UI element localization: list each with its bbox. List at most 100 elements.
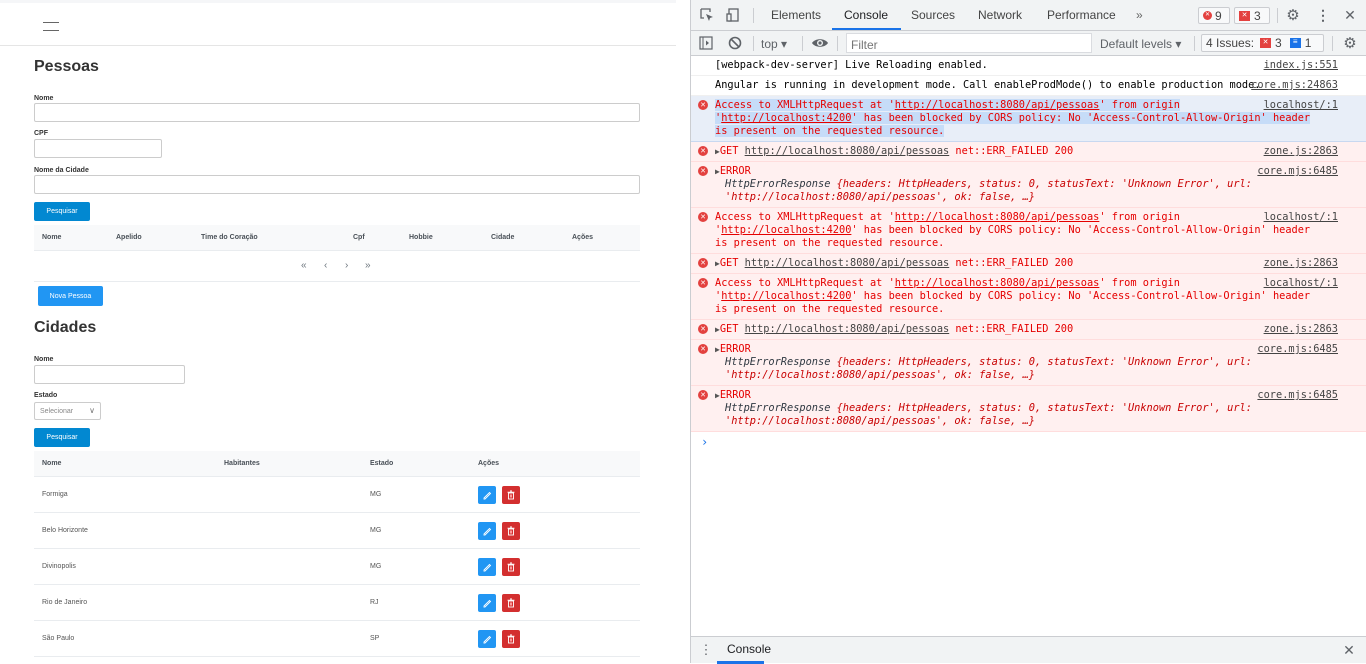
message-source-link[interactable]: core.mjs:6485 bbox=[1257, 389, 1338, 402]
message-source-link[interactable]: zone.js:2863 bbox=[1263, 257, 1338, 270]
edit-button[interactable] bbox=[478, 486, 496, 504]
col-estado[interactable]: Estado bbox=[370, 460, 393, 467]
log-levels-dropdown[interactable]: Default levels ▾ bbox=[1100, 36, 1181, 51]
delete-button[interactable] bbox=[502, 630, 520, 648]
first-page-button[interactable]: « bbox=[301, 260, 307, 271]
tab-performance[interactable]: Performance bbox=[1047, 8, 1116, 22]
col-apelido[interactable]: Apelido bbox=[116, 234, 142, 241]
more-tabs-button[interactable]: » bbox=[1136, 8, 1143, 22]
clear-console-icon[interactable] bbox=[728, 36, 742, 50]
pencil-icon bbox=[483, 491, 492, 500]
delete-button[interactable] bbox=[502, 594, 520, 612]
console-settings-icon[interactable]: ⚙ bbox=[1342, 34, 1358, 52]
pessoas-search-button[interactable]: Pesquisar bbox=[34, 202, 90, 221]
delete-button[interactable] bbox=[502, 558, 520, 576]
edit-button[interactable] bbox=[478, 630, 496, 648]
device-toolbar-icon[interactable] bbox=[726, 8, 740, 22]
last-page-button[interactable]: » bbox=[365, 260, 371, 271]
col-cidade[interactable]: Cidade bbox=[491, 234, 514, 241]
nome-input[interactable] bbox=[34, 103, 640, 122]
origin-link[interactable]: http://localhost:4200 bbox=[721, 290, 851, 302]
settings-gear-icon[interactable]: ⚙ bbox=[1285, 7, 1301, 24]
error-object-preview[interactable]: HttpErrorResponse {headers: HttpHeaders,… bbox=[725, 356, 1327, 382]
inspect-element-icon[interactable] bbox=[700, 8, 714, 22]
col-time[interactable]: Time do Coração bbox=[201, 234, 258, 241]
console-log-message: Angular is running in development mode. … bbox=[691, 76, 1366, 96]
message-source-link[interactable]: index.js:551 bbox=[1264, 59, 1338, 72]
error-object-message: ✕ ▶ERROR HttpErrorResponse {headers: HttpH… bbox=[691, 340, 1366, 386]
errors-badge[interactable]: ✕ 9 bbox=[1198, 7, 1230, 24]
message-source-link[interactable]: zone.js:2863 bbox=[1263, 323, 1338, 336]
issue-error-icon: ✕ bbox=[1260, 38, 1272, 48]
pessoas-title: Pessoas bbox=[34, 58, 99, 75]
delete-button[interactable] bbox=[502, 486, 520, 504]
cidade-nome-input[interactable] bbox=[34, 365, 185, 384]
cpf-input[interactable] bbox=[34, 139, 162, 158]
message-source-link[interactable]: core.mjs:24863 bbox=[1251, 79, 1338, 92]
request-url-link[interactable]: http://localhost:8080/api/pessoas bbox=[745, 323, 950, 335]
drawer-menu-icon[interactable]: ⋮ bbox=[700, 642, 713, 658]
col-hobbie[interactable]: Hobbie bbox=[409, 234, 433, 241]
console-messages: [webpack-dev-server] Live Reloading enab… bbox=[691, 56, 1366, 636]
message-source-link[interactable]: core.mjs:6485 bbox=[1257, 343, 1338, 356]
message-source-link[interactable]: localhost/:1 bbox=[1263, 99, 1338, 112]
col-habitantes[interactable]: Habitantes bbox=[224, 460, 260, 467]
divider bbox=[753, 8, 754, 23]
request-url-link[interactable]: http://localhost:8080/api/pessoas bbox=[745, 145, 950, 157]
edit-button[interactable] bbox=[478, 558, 496, 576]
request-url-link[interactable]: http://localhost:8080/api/pessoas bbox=[745, 257, 950, 269]
message-source-link[interactable]: localhost/:1 bbox=[1263, 277, 1338, 290]
message-text: Access to XMLHttpRequest at 'http://loca… bbox=[715, 99, 1311, 137]
menu-toggle-icon[interactable] bbox=[43, 19, 59, 31]
request-url-link[interactable]: http://localhost:8080/api/pessoas bbox=[895, 211, 1100, 223]
tab-elements[interactable]: Elements bbox=[771, 8, 821, 22]
request-url-link[interactable]: http://localhost:8080/api/pessoas bbox=[895, 99, 1100, 111]
tab-network[interactable]: Network bbox=[978, 8, 1022, 22]
cidade-label: Nome da Cidade bbox=[34, 167, 89, 174]
col-nome[interactable]: Nome bbox=[42, 234, 61, 241]
origin-link[interactable]: http://localhost:4200 bbox=[721, 112, 851, 124]
edit-button[interactable] bbox=[478, 522, 496, 540]
issues-button[interactable]: 4 Issues: ✕ 3 ≡ 1 bbox=[1201, 34, 1324, 52]
cidade-row: Divinopolis MG bbox=[34, 549, 640, 585]
issues-badge[interactable]: ✕ 3 bbox=[1234, 7, 1270, 24]
origin-link[interactable]: http://localhost:4200 bbox=[721, 224, 851, 236]
context-selector[interactable]: top ▾ bbox=[761, 36, 787, 51]
request-url-link[interactable]: http://localhost:8080/api/pessoas bbox=[895, 277, 1100, 289]
col-cpf[interactable]: Cpf bbox=[353, 234, 365, 241]
trash-icon bbox=[507, 490, 515, 500]
close-drawer-icon[interactable]: ✕ bbox=[1341, 642, 1357, 658]
prev-page-button[interactable]: ‹ bbox=[324, 260, 327, 271]
sidebar-toggle-icon[interactable] bbox=[699, 36, 713, 50]
error-icon: ✕ bbox=[698, 258, 708, 268]
error-object-message: ✕ ▶ERROR HttpErrorResponse {headers: HttpH… bbox=[691, 162, 1366, 208]
close-devtools-icon[interactable]: ✕ bbox=[1342, 7, 1358, 23]
nova-pessoa-button[interactable]: Nova Pessoa bbox=[38, 286, 103, 306]
cidade-input[interactable] bbox=[34, 175, 640, 194]
divider bbox=[1332, 36, 1333, 51]
live-expression-eye-icon[interactable] bbox=[811, 36, 829, 50]
tab-sources[interactable]: Sources bbox=[911, 8, 955, 22]
chevron-down-icon: ∨ bbox=[89, 406, 95, 415]
console-prompt[interactable]: › bbox=[691, 432, 1366, 449]
message-source-link[interactable]: localhost/:1 bbox=[1263, 211, 1338, 224]
more-options-icon[interactable]: ⋮ bbox=[1315, 7, 1331, 23]
console-filter-input[interactable] bbox=[846, 33, 1092, 53]
drawer-tab-console[interactable]: Console bbox=[727, 642, 771, 656]
estado-select[interactable]: Selecionar ∨ bbox=[34, 402, 101, 420]
cidade-row: Belo Horizonte MG bbox=[34, 513, 640, 549]
col-nome[interactable]: Nome bbox=[42, 460, 61, 467]
issues-info-count: 1 bbox=[1304, 36, 1312, 50]
navbar bbox=[0, 3, 676, 46]
tab-console[interactable]: Console bbox=[844, 8, 888, 22]
delete-button[interactable] bbox=[502, 522, 520, 540]
cidades-search-button[interactable]: Pesquisar bbox=[34, 428, 90, 447]
edit-button[interactable] bbox=[478, 594, 496, 612]
error-object-preview[interactable]: HttpErrorResponse {headers: HttpHeaders,… bbox=[725, 402, 1327, 428]
error-object-preview[interactable]: HttpErrorResponse {headers: HttpHeaders,… bbox=[725, 178, 1327, 204]
error-icon: ✕ bbox=[698, 212, 708, 222]
devtools-panel: Elements Console Sources Network Performance… bbox=[690, 0, 1366, 664]
message-source-link[interactable]: zone.js:2863 bbox=[1263, 145, 1338, 158]
message-source-link[interactable]: core.mjs:6485 bbox=[1257, 165, 1338, 178]
next-page-button[interactable]: › bbox=[345, 260, 348, 271]
